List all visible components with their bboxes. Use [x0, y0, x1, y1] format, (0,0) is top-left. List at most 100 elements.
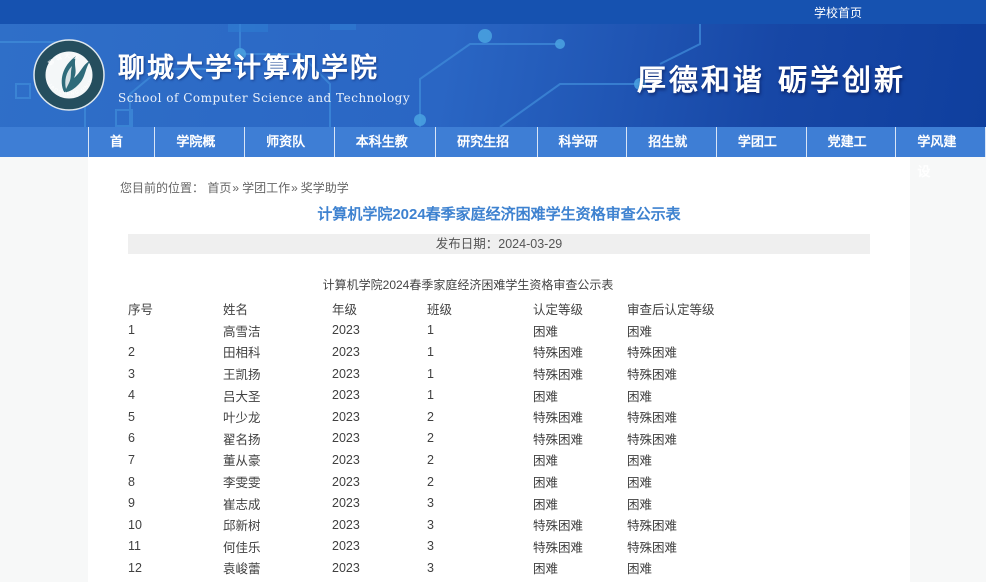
- table-row: 8李雯雯20232困难困难: [128, 471, 777, 493]
- table-cell: 困难: [533, 557, 627, 579]
- nav-item-2[interactable]: 师资队伍: [245, 127, 335, 157]
- table-cell: 特殊困难: [627, 363, 777, 385]
- table-cell: 困难: [627, 449, 777, 471]
- table-cell: 困难: [627, 384, 777, 406]
- table-cell: 困难: [627, 320, 777, 342]
- breadcrumb-separator: »: [232, 181, 239, 195]
- table-cell: 2023: [332, 536, 427, 558]
- table-body: 1高雪洁20231困难困难2田相科20231特殊困难特殊困难3王凯扬20231特…: [128, 320, 777, 582]
- table-cell: 高雪洁: [223, 320, 332, 342]
- table-cell: 董从豪: [223, 449, 332, 471]
- table-cell: 特殊困难: [533, 363, 627, 385]
- breadcrumb-path: 首页»学团工作»奖学助学: [207, 181, 348, 195]
- table-cell: 邱新树: [223, 514, 332, 536]
- table-cell: 2023: [332, 363, 427, 385]
- table-cell: 困难: [533, 492, 627, 514]
- table-cell: 6: [128, 428, 223, 450]
- table-cell: 特殊困难: [627, 514, 777, 536]
- table-cell: 3: [427, 536, 533, 558]
- nav-item-5[interactable]: 科学研究: [538, 127, 628, 157]
- nav-item-9[interactable]: 学风建设: [896, 127, 986, 157]
- table-cell: 3: [427, 492, 533, 514]
- nav-item-4[interactable]: 研究生招生: [436, 127, 537, 157]
- table-cell: 5: [128, 406, 223, 428]
- breadcrumb-separator: »: [291, 181, 298, 195]
- table-cell: 崔志成: [223, 492, 332, 514]
- table-cell: 8: [128, 471, 223, 493]
- site-banner: LIAOCHENG UNIVERSITY 聊城大学 聊城大学计算机学院 Scho…: [0, 24, 986, 127]
- nav-item-7[interactable]: 学团工作: [717, 127, 807, 157]
- table-cell: 2: [427, 471, 533, 493]
- page-title: 计算机学院2024春季家庭经济困难学生资格审查公示表: [88, 203, 910, 224]
- table-cell: 2023: [332, 492, 427, 514]
- site-subtitle: School of Computer Science and Technolog…: [118, 91, 410, 105]
- nav-item-1[interactable]: 学院概况: [155, 127, 245, 157]
- table-cell: 2: [128, 341, 223, 363]
- table-cell: 7: [128, 449, 223, 471]
- table-cell: 2023: [332, 341, 427, 363]
- breadcrumb-link-2[interactable]: 奖学助学: [301, 181, 349, 195]
- table-header-row: 序号姓名年级班级认定等级审查后认定等级: [128, 298, 777, 320]
- column-header: 序号: [128, 298, 223, 320]
- university-logo: LIAOCHENG UNIVERSITY 聊城大学: [33, 39, 105, 111]
- breadcrumb-link-1[interactable]: 学团工作: [242, 181, 290, 195]
- column-header: 认定等级: [533, 298, 627, 320]
- table-cell: 困难: [627, 557, 777, 579]
- students-table: 序号姓名年级班级认定等级审查后认定等级 1高雪洁20231困难困难2田相科202…: [128, 298, 777, 582]
- table-cell: 翟名扬: [223, 428, 332, 450]
- table-cell: 1: [128, 320, 223, 342]
- breadcrumb: 您目前的位置： 首页»学团工作»奖学助学: [120, 157, 910, 196]
- table-cell: 2023: [332, 428, 427, 450]
- table-cell: 特殊困难: [533, 514, 627, 536]
- table-cell: 1: [427, 320, 533, 342]
- table-cell: 2023: [332, 449, 427, 471]
- publish-date-value: 2024-03-29: [498, 237, 562, 251]
- table-cell: 1: [427, 384, 533, 406]
- table-row: 11何佳乐20233特殊困难特殊困难: [128, 536, 777, 558]
- table-cell: 何佳乐: [223, 536, 332, 558]
- table-cell: 2: [427, 449, 533, 471]
- table-cell: 王凯扬: [223, 363, 332, 385]
- top-bar: 学校首页: [0, 0, 986, 24]
- table-cell: 2023: [332, 514, 427, 536]
- nav-item-3[interactable]: 本科生教育: [335, 127, 436, 157]
- column-header: 班级: [427, 298, 533, 320]
- table-cell: 叶少龙: [223, 406, 332, 428]
- table-cell: 4: [128, 384, 223, 406]
- table-row: 9崔志成20233困难困难: [128, 492, 777, 514]
- table-cell: 困难: [533, 449, 627, 471]
- school-home-link[interactable]: 学校首页: [814, 4, 862, 21]
- table-cell: 困难: [533, 384, 627, 406]
- table-row: 1高雪洁20231困难困难: [128, 320, 777, 342]
- nav-item-0[interactable]: 首页: [88, 127, 155, 157]
- breadcrumb-label: 您目前的位置：: [120, 181, 204, 195]
- table-cell: 11: [128, 536, 223, 558]
- table-cell: 特殊困难: [533, 406, 627, 428]
- table-cell: 2023: [332, 320, 427, 342]
- table-cell: 困难: [533, 471, 627, 493]
- table-cell: 2023: [332, 406, 427, 428]
- table-row: 12袁峻蕾20233困难困难: [128, 557, 777, 579]
- table-cell: 2023: [332, 557, 427, 579]
- nav-item-8[interactable]: 党建工作: [807, 127, 897, 157]
- table-row: 2田相科20231特殊困难特殊困难: [128, 341, 777, 363]
- table-cell: 吕大圣: [223, 384, 332, 406]
- main-nav-list: 首页学院概况师资队伍本科生教育研究生招生科学研究招生就业学团工作党建工作学风建设: [0, 127, 986, 157]
- table-cell: 特殊困难: [627, 341, 777, 363]
- table-cell: 特殊困难: [627, 406, 777, 428]
- breadcrumb-link-0[interactable]: 首页: [207, 181, 231, 195]
- column-header: 审查后认定等级: [627, 298, 777, 320]
- table-cell: 3: [427, 557, 533, 579]
- table-cell: 特殊困难: [533, 428, 627, 450]
- column-header: 年级: [332, 298, 427, 320]
- table-row: 7董从豪20232困难困难: [128, 449, 777, 471]
- nav-item-6[interactable]: 招生就业: [627, 127, 717, 157]
- table-row: 10邱新树20233特殊困难特殊困难: [128, 514, 777, 536]
- site-title-block: 聊城大学计算机学院 School of Computer Science and…: [118, 46, 410, 105]
- table-cell: 1: [427, 363, 533, 385]
- content-area: 您目前的位置： 首页»学团工作»奖学助学 计算机学院2024春季家庭经济困难学生…: [88, 157, 910, 582]
- table-cell: 田相科: [223, 341, 332, 363]
- table-cell: 2023: [332, 471, 427, 493]
- table-cell: 特殊困难: [533, 536, 627, 558]
- table-cell: 特殊困难: [627, 536, 777, 558]
